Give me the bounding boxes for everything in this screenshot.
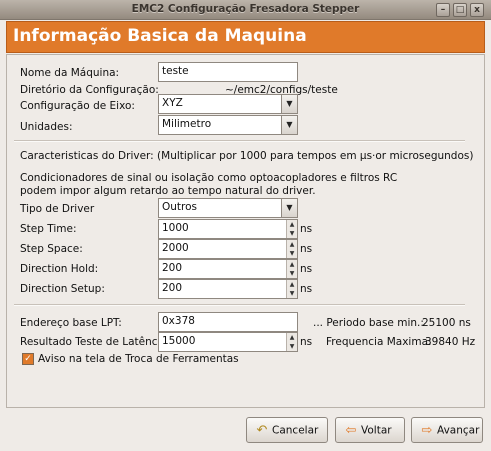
spin-buttons[interactable]: ▲ ▼ [286,240,297,258]
maximize-button[interactable]: □ [453,3,467,17]
separator [14,140,465,142]
chevron-down-icon: ▼ [281,95,297,113]
chevron-down-icon: ▼ [281,199,297,217]
conditioners-text-1: Condicionadores de sinal ou isolação com… [20,172,398,184]
axis-config-value: XYZ [162,97,183,109]
step-space-spinner[interactable]: 2000 ▲ ▼ [158,239,298,259]
units-select[interactable]: Milimetro ▼ [158,115,298,135]
spin-buttons[interactable]: ▲ ▼ [286,333,297,351]
freq-label: Frequencia Maxima: [326,336,432,348]
freq-value: 39840 Hz [425,336,476,348]
window-title: EMC2 Configuração Fresadora Stepper [131,3,360,15]
spin-down-icon[interactable]: ▼ [287,269,297,278]
lpt-base-input[interactable]: 0x378 [158,312,298,332]
machine-name-label: Nome da Máquina: [20,67,120,79]
cancel-button[interactable]: ↶ Cancelar [246,417,328,443]
title-bar[interactable]: EMC2 Configuração Fresadora Stepper – □ … [0,0,491,20]
direction-setup-label: Direction Setup: [20,283,105,295]
step-space-value: 2000 [162,242,189,254]
page-header: Informação Basica da Maquina [6,21,485,53]
spin-down-icon[interactable]: ▼ [287,289,297,298]
axis-config-label: Configuração de Eixo: [20,100,135,112]
latency-value: 15000 [162,335,196,347]
driver-type-label: Tipo de Driver [20,203,95,215]
spin-down-icon[interactable]: ▼ [287,342,297,351]
latency-label: Resultado Teste de Latência: [20,336,171,348]
spin-buttons[interactable]: ▲ ▼ [286,260,297,278]
spin-up-icon[interactable]: ▲ [287,240,297,249]
toolchange-checkbox[interactable]: ✓ [22,353,34,365]
step-time-spinner[interactable]: 1000 ▲ ▼ [158,219,298,239]
driver-characteristics-text: Caracteristicas do Driver: (Multiplicar … [20,150,474,162]
step-time-unit: ns [300,223,313,235]
spin-down-icon[interactable]: ▼ [287,249,297,258]
separator [14,304,465,306]
back-button[interactable]: ⇦ Voltar [335,417,405,443]
direction-hold-label: Direction Hold: [20,263,99,275]
close-button[interactable]: x [470,3,484,17]
machine-name-input[interactable]: teste [158,62,298,82]
lpt-base-label: Endereço base LPT: [20,317,122,329]
direction-setup-unit: ns [300,283,313,295]
spin-up-icon[interactable]: ▲ [287,333,297,342]
conditioners-text-2: podem impor algum retardo ao tempo natur… [20,185,316,197]
step-time-label: Step Time: [20,223,77,235]
undo-icon: ↶ [256,423,268,438]
period-label: ... Periodo base min.: [313,317,424,329]
config-dir-label: Diretório da Configuração: [20,84,159,96]
spin-down-icon[interactable]: ▼ [287,229,297,238]
axis-config-select[interactable]: XYZ ▼ [158,94,298,114]
direction-hold-unit: ns [300,263,313,275]
toolchange-label: Aviso na tela de Troca de Ferramentas [38,353,239,365]
driver-type-value: Outros [162,201,198,213]
step-space-unit: ns [300,243,313,255]
direction-setup-spinner[interactable]: 200 ▲ ▼ [158,279,298,299]
arrow-left-icon: ⇦ [345,423,357,438]
direction-hold-value: 200 [162,262,183,274]
direction-setup-value: 200 [162,282,183,294]
units-label: Unidades: [20,121,73,133]
cancel-label: Cancelar [272,424,319,437]
spin-buttons[interactable]: ▲ ▼ [286,280,297,298]
step-space-label: Step Space: [20,243,83,255]
units-value: Milimetro [162,118,212,130]
arrow-right-icon: ⇨ [421,423,433,438]
spin-up-icon[interactable]: ▲ [287,280,297,289]
page-title: Informação Basica da Maquina [13,26,307,46]
period-value: 25100 ns [422,317,471,329]
spin-up-icon[interactable]: ▲ [287,260,297,269]
step-time-value: 1000 [162,222,189,234]
chevron-down-icon: ▼ [281,116,297,134]
minimize-button[interactable]: – [436,3,450,17]
spin-up-icon[interactable]: ▲ [287,220,297,229]
driver-type-select[interactable]: Outros ▼ [158,198,298,218]
direction-hold-spinner[interactable]: 200 ▲ ▼ [158,259,298,279]
wizard-window: EMC2 Configuração Fresadora Stepper – □ … [0,0,491,451]
latency-unit: ns [300,336,313,348]
forward-button[interactable]: ⇨ Avançar [411,417,483,443]
forward-label: Avançar [437,424,480,437]
back-label: Voltar [361,424,392,437]
latency-spinner[interactable]: 15000 ▲ ▼ [158,332,298,352]
spin-buttons[interactable]: ▲ ▼ [286,220,297,238]
